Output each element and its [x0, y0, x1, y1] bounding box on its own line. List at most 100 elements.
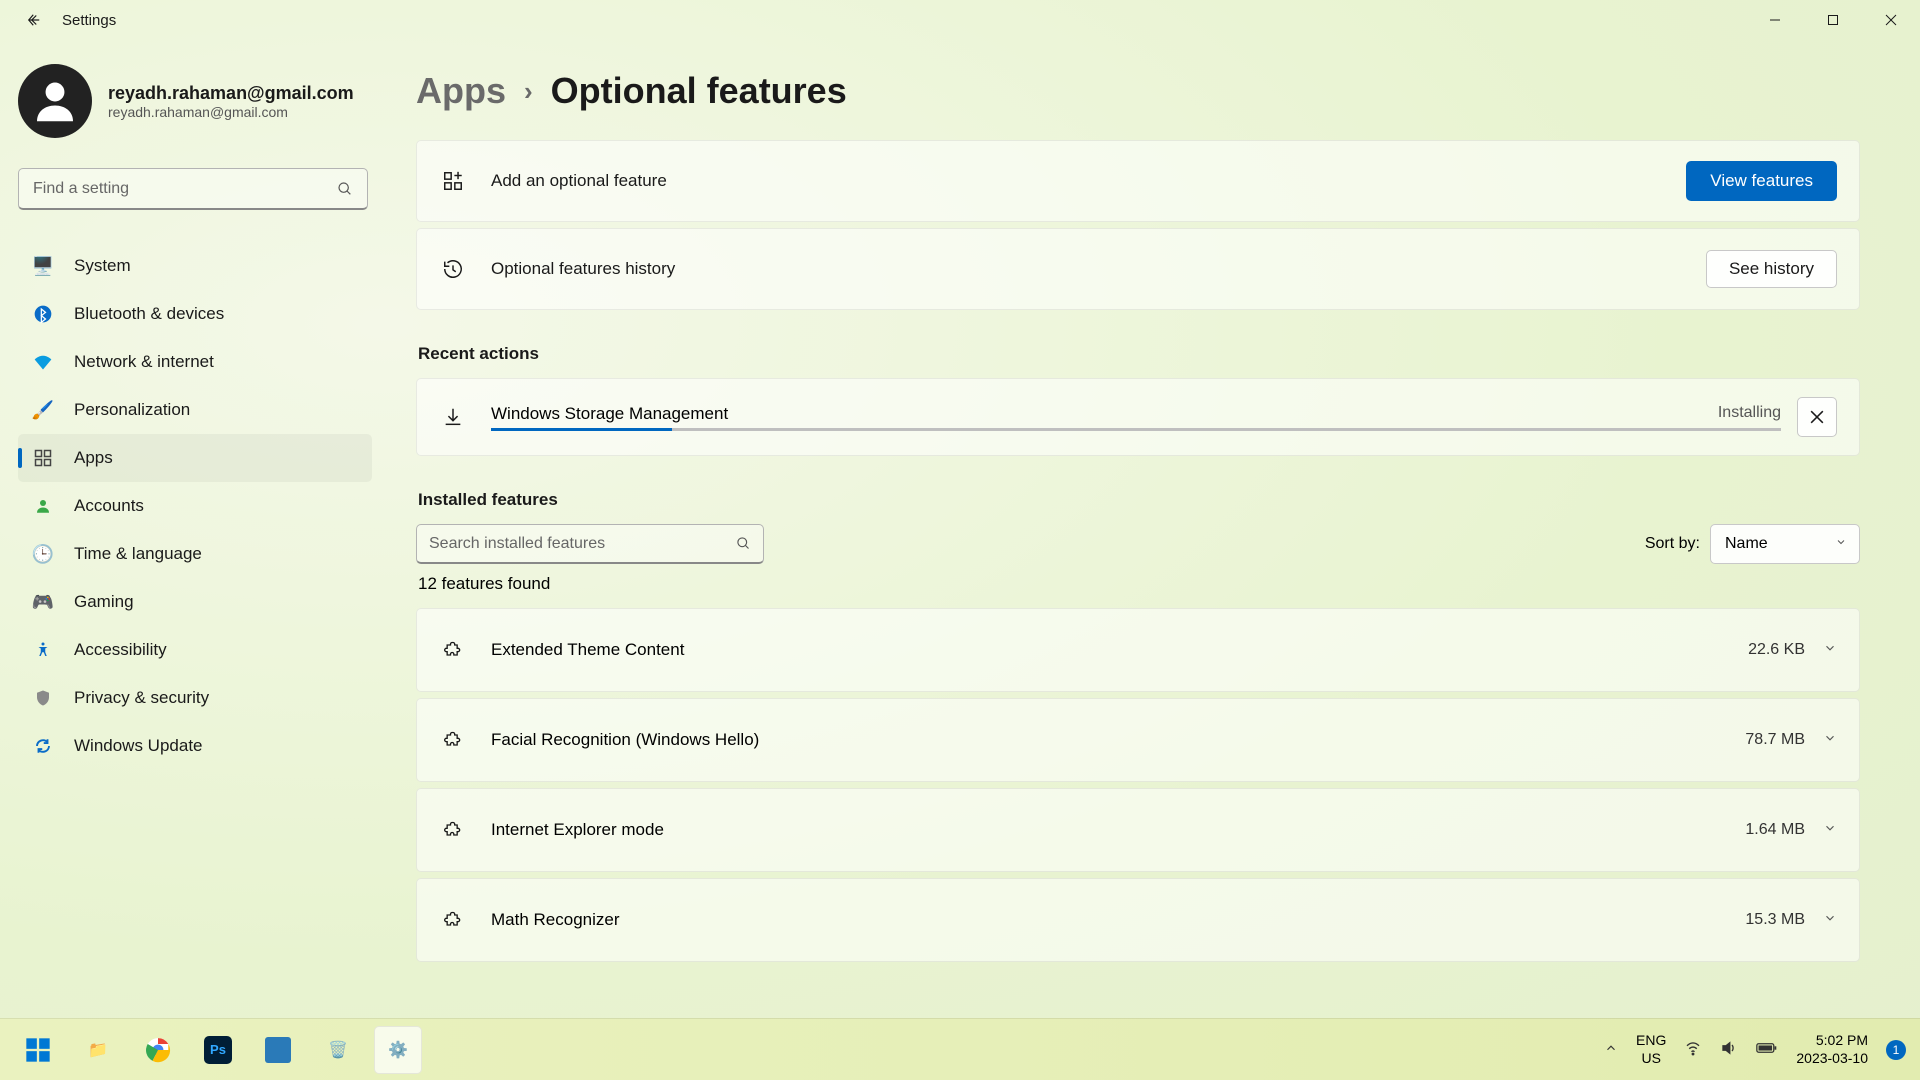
add-feature-card: Add an optional feature View features	[416, 140, 1860, 222]
add-grid-icon	[439, 170, 467, 192]
close-icon	[1810, 410, 1824, 424]
add-feature-label: Add an optional feature	[491, 171, 1686, 191]
view-features-button[interactable]: View features	[1686, 161, 1837, 201]
sidebar-item-accounts[interactable]: Accounts	[18, 482, 372, 530]
app-icon-1[interactable]	[254, 1026, 302, 1074]
wifi-tray-icon[interactable]	[1684, 1039, 1702, 1060]
sidebar-item-update[interactable]: Windows Update	[18, 722, 372, 770]
cancel-install-button[interactable]	[1797, 397, 1837, 437]
sidebar-item-personalization[interactable]: 🖌️ Personalization	[18, 386, 372, 434]
sidebar-item-accessibility[interactable]: Accessibility	[18, 626, 372, 674]
sidebar-item-gaming[interactable]: 🎮 Gaming	[18, 578, 372, 626]
profile-email-sub: reyadh.rahaman@gmail.com	[108, 104, 354, 120]
search-input[interactable]	[33, 180, 337, 198]
settings-taskbar-icon[interactable]: ⚙️	[374, 1026, 422, 1074]
avatar	[18, 64, 92, 138]
minimize-button[interactable]	[1746, 0, 1804, 40]
maximize-button[interactable]	[1804, 0, 1862, 40]
recent-action-row: Windows Storage Management Installing	[416, 378, 1860, 456]
sidebar-item-label: Accounts	[74, 496, 144, 516]
feature-row[interactable]: Internet Explorer mode 1.64 MB	[416, 788, 1860, 872]
app-icon-2[interactable]: 🗑️	[314, 1026, 362, 1074]
clock-tray[interactable]: 5:02 PM2023-03-10	[1796, 1032, 1868, 1067]
feature-size: 78.7 MB	[1745, 731, 1805, 749]
sidebar-item-time[interactable]: 🕒Time & language	[18, 530, 372, 578]
accessibility-icon	[32, 639, 54, 661]
search-settings[interactable]	[18, 168, 368, 210]
sidebar-item-label: System	[74, 256, 131, 276]
window-title: Settings	[62, 12, 116, 29]
sidebar-item-system[interactable]: 🖥️System	[18, 242, 372, 290]
sidebar-item-label: Personalization	[74, 400, 190, 420]
history-label: Optional features history	[491, 259, 1706, 279]
photoshop-icon[interactable]: Ps	[194, 1026, 242, 1074]
titlebar: Settings	[0, 0, 1920, 40]
sort-dropdown[interactable]: Name	[1710, 524, 1860, 564]
chevron-down-icon	[1823, 731, 1837, 750]
feature-name: Extended Theme Content	[491, 640, 1748, 660]
puzzle-icon	[439, 730, 467, 750]
history-card: Optional features history See history	[416, 228, 1860, 310]
bluetooth-icon	[32, 303, 54, 325]
sort-value: Name	[1725, 535, 1768, 553]
apps-icon	[32, 447, 54, 469]
puzzle-icon	[439, 910, 467, 930]
feature-row[interactable]: Math Recognizer 15.3 MB	[416, 878, 1860, 962]
sidebar-item-apps[interactable]: Apps	[18, 434, 372, 482]
feature-name: Internet Explorer mode	[491, 820, 1745, 840]
feature-row[interactable]: Facial Recognition (Windows Hello) 78.7 …	[416, 698, 1860, 782]
search-icon	[337, 181, 353, 197]
start-button[interactable]	[14, 1026, 62, 1074]
clock-icon: 🕒	[32, 543, 54, 565]
feature-size: 22.6 KB	[1748, 641, 1805, 659]
gamepad-icon: 🎮	[32, 591, 54, 613]
wifi-icon	[32, 351, 54, 373]
battery-tray-icon[interactable]	[1756, 1041, 1778, 1058]
file-explorer-icon[interactable]: 📁	[74, 1026, 122, 1074]
sidebar-item-label: Apps	[74, 448, 113, 468]
recent-actions-header: Recent actions	[418, 344, 1860, 364]
search-installed-features[interactable]	[416, 524, 764, 564]
back-button[interactable]	[18, 4, 50, 36]
sidebar-item-privacy[interactable]: Privacy & security	[18, 674, 372, 722]
sidebar-item-label: Windows Update	[74, 736, 203, 756]
breadcrumb-parent[interactable]: Apps	[416, 70, 506, 112]
sidebar-item-label: Gaming	[74, 592, 134, 612]
feature-name: Math Recognizer	[491, 910, 1745, 930]
installing-feature-name: Windows Storage Management	[491, 404, 728, 424]
close-button[interactable]	[1862, 0, 1920, 40]
feature-size: 1.64 MB	[1745, 821, 1805, 839]
chevron-down-icon	[1823, 911, 1837, 930]
sidebar-item-label: Network & internet	[74, 352, 214, 372]
see-history-button[interactable]: See history	[1706, 250, 1837, 288]
chrome-icon[interactable]	[134, 1026, 182, 1074]
sidebar-item-label: Accessibility	[74, 640, 167, 660]
language-indicator[interactable]: ENGUS	[1636, 1032, 1666, 1067]
profile-block[interactable]: reyadh.rahaman@gmail.com reyadh.rahaman@…	[18, 64, 372, 138]
sidebar-item-network[interactable]: Network & internet	[18, 338, 372, 386]
chevron-down-icon	[1823, 641, 1837, 660]
brush-icon: 🖌️	[32, 399, 54, 421]
taskbar: 📁 Ps 🗑️ ⚙️ ENGUS 5:02 PM2023-03-10 1	[0, 1018, 1920, 1080]
sidebar-item-bluetooth[interactable]: Bluetooth & devices	[18, 290, 372, 338]
puzzle-icon	[439, 820, 467, 840]
history-icon	[439, 258, 467, 280]
installing-status: Installing	[1718, 404, 1781, 424]
feature-name: Facial Recognition (Windows Hello)	[491, 730, 1745, 750]
features-count: 12 features found	[418, 574, 1860, 594]
puzzle-icon	[439, 640, 467, 660]
breadcrumb: Apps › Optional features	[416, 70, 1860, 112]
sidebar-item-label: Privacy & security	[74, 688, 209, 708]
search-icon	[736, 536, 751, 551]
feature-row[interactable]: Extended Theme Content 22.6 KB	[416, 608, 1860, 692]
volume-tray-icon[interactable]	[1720, 1039, 1738, 1060]
feature-size: 15.3 MB	[1745, 911, 1805, 929]
main-content: Apps › Optional features Add an optional…	[390, 40, 1920, 1018]
search-features-input[interactable]	[429, 535, 736, 553]
download-icon	[439, 406, 467, 428]
chevron-right-icon: ›	[524, 76, 533, 107]
tray-chevron-icon[interactable]	[1604, 1041, 1618, 1058]
notification-badge[interactable]: 1	[1886, 1040, 1906, 1060]
person-icon	[32, 495, 54, 517]
profile-email: reyadh.rahaman@gmail.com	[108, 83, 354, 104]
